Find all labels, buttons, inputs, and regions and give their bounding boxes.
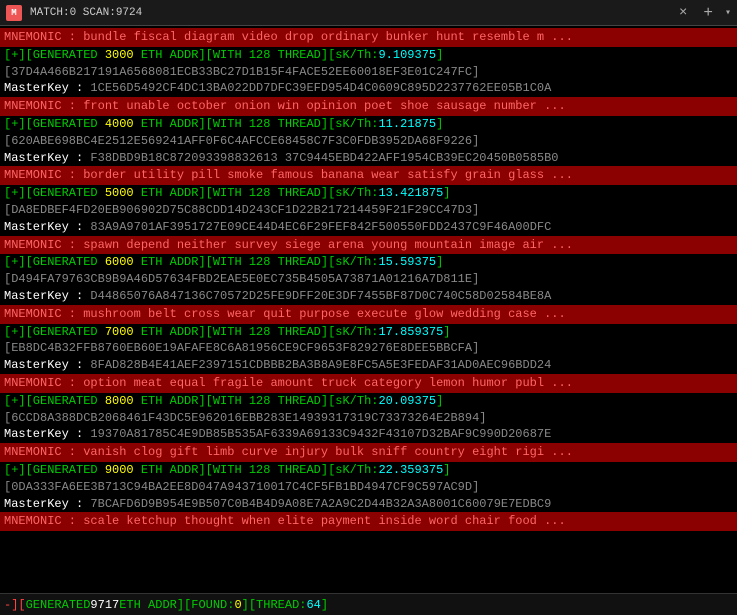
status-thread-val: 64	[306, 598, 320, 612]
line-18: [EB8DC4B32FFB8760EB60E19AFAFE8C6A81956CE…	[0, 340, 737, 357]
line-1: [+][GENERATED 3000 ETH ADDR][WITH 128 TH…	[0, 47, 737, 64]
line-8: MNEMONIC : border utility pill smoke fam…	[0, 166, 737, 185]
line-10: [DA8EDBEF4FD20EB906902D75C88CDD14D243CF1…	[0, 202, 737, 219]
line-19: MasterKey : 8FAD828B4E41AEF2397151CDBBB2…	[0, 357, 737, 374]
status-found-label: ][FOUND:	[177, 598, 235, 612]
close-button[interactable]: ×	[675, 5, 691, 21]
status-eth: ETH ADDR	[119, 598, 177, 612]
line-20: MNEMONIC : option meat equal fragile amo…	[0, 374, 737, 393]
status-suffix: ]	[321, 598, 328, 612]
terminal-content: MNEMONIC : bundle fiscal diagram video d…	[0, 26, 737, 593]
dropdown-icon[interactable]: ▾	[725, 7, 731, 19]
add-tab-button[interactable]: +	[699, 4, 717, 22]
line-21: [+][GENERATED 8000 ETH ADDR][WITH 128 TH…	[0, 393, 737, 410]
line-14: [D494FA79763CB9B9A46D57634FBD2EAE5E0EC73…	[0, 271, 737, 288]
line-11: MasterKey : 83A9A9701AF3951727E09CE44D4E…	[0, 219, 737, 236]
line-22: [6CCD8A388DCB2068461F43DC5E962016EBB283E…	[0, 410, 737, 427]
line-0: MNEMONIC : bundle fiscal diagram video d…	[0, 28, 737, 47]
line-15: MasterKey : D44865076A847136C70572D25FE9…	[0, 288, 737, 305]
line-2: [37D4A466B217191A6568081ECB33BC27D1B15F4…	[0, 64, 737, 81]
status-prefix: -][	[4, 598, 26, 612]
app-icon: M	[6, 5, 22, 21]
line-24: MNEMONIC : vanish clog gift limb curve i…	[0, 443, 737, 462]
line-3: MasterKey : 1CE56D5492CF4DC13BA022DD7DFC…	[0, 80, 737, 97]
line-23: MasterKey : 19370A81785C4E9DB85B535AF633…	[0, 426, 737, 443]
title-bar: M MATCH:0 SCAN:9724 × + ▾	[0, 0, 737, 26]
line-13: [+][GENERATED 6000 ETH ADDR][WITH 128 TH…	[0, 254, 737, 271]
status-bar: -][ GENERATED 9717 ETH ADDR ][FOUND:0][T…	[0, 593, 737, 615]
status-found-val: 0	[234, 598, 241, 612]
line-27: MasterKey : 7BCAFD6D9B954E9B507C0B4B4D9A…	[0, 496, 737, 513]
line-9: [+][GENERATED 5000 ETH ADDR][WITH 128 TH…	[0, 185, 737, 202]
line-12: MNEMONIC : spawn depend neither survey s…	[0, 236, 737, 255]
line-26: [0DA333FA6EE3B713C94BA2EE8D047A943710017…	[0, 479, 737, 496]
line-5: [+][GENERATED 4000 ETH ADDR][WITH 128 TH…	[0, 116, 737, 133]
line-7: MasterKey : F38DBD9B18C872093398832613 3…	[0, 150, 737, 167]
status-thread-label: ][THREAD:	[242, 598, 307, 612]
title-text: MATCH:0 SCAN:9724	[30, 7, 667, 19]
status-generated-label: GENERATED	[26, 598, 91, 612]
line-16: MNEMONIC : mushroom belt cross wear quit…	[0, 305, 737, 324]
line-6: [620ABE698BC4E2512E569241AFF0F6C4AFCCE68…	[0, 133, 737, 150]
line-4: MNEMONIC : front unable october onion wi…	[0, 97, 737, 116]
status-generated-val: 9717	[90, 598, 119, 612]
line-17: [+][GENERATED 7000 ETH ADDR][WITH 128 TH…	[0, 324, 737, 341]
line-25: [+][GENERATED 9000 ETH ADDR][WITH 128 TH…	[0, 462, 737, 479]
line-28: MNEMONIC : scale ketchup thought when el…	[0, 512, 737, 531]
